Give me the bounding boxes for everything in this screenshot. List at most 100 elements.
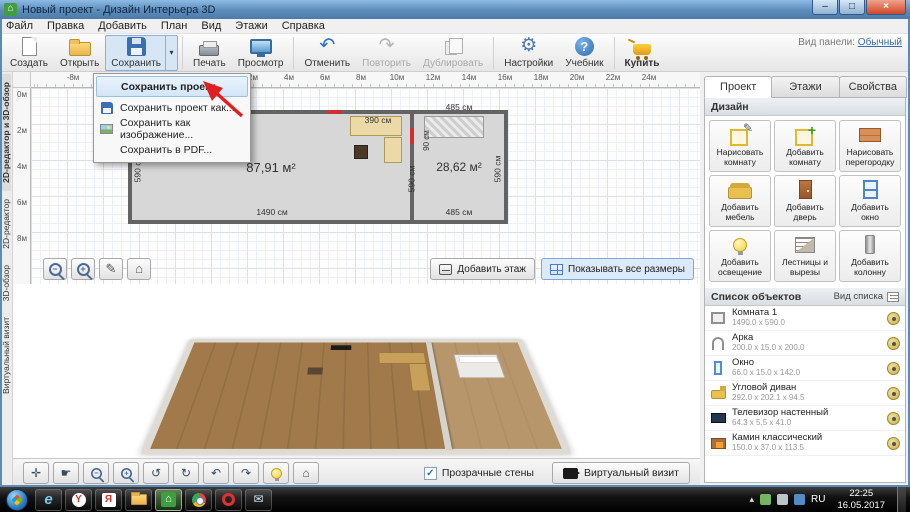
save-dropdown-arrow[interactable]: ▾ [165, 35, 178, 71]
list-item-tv[interactable]: Телевизор настенный 64.3 x 5.5 x 41.0 [705, 406, 905, 431]
visibility-eye-icon[interactable] [887, 387, 900, 400]
tab-3d-view[interactable]: 3D-обзор [1, 257, 11, 309]
rotate-up-button[interactable]: ↺ [143, 462, 169, 484]
zoom-out-3d-button[interactable]: − [83, 462, 109, 484]
start-button[interactable] [6, 489, 28, 511]
zoom-in-button[interactable]: + [71, 258, 95, 280]
wall-tv-3d[interactable] [331, 345, 352, 350]
tutorial-button[interactable]: ? Учебник [559, 35, 609, 71]
view-panel-link[interactable]: Обычный [858, 37, 902, 48]
hidden-icons-caret[interactable]: ▴ [749, 494, 754, 505]
clock[interactable]: 22:25 16.05.2017 [831, 488, 891, 512]
apartment-3d[interactable] [141, 339, 571, 454]
stairs-cutouts-button[interactable]: Лестницы и вырезы [774, 230, 836, 282]
tab-floors[interactable]: Этажи [771, 76, 839, 98]
menu-item-save-as-pdf[interactable]: Сохранить в PDF... [96, 139, 248, 160]
orbit-left-button[interactable]: ↶ [203, 462, 229, 484]
add-room-button[interactable]: Добавить комнату [774, 120, 836, 172]
taskbar-yandex[interactable]: Y [65, 489, 92, 511]
list-item-fireplace[interactable]: Камин классический 150.0 x 37.0 x 113.5 [705, 431, 905, 456]
list-item-arch[interactable]: Арка 200.0 x 15.0 x 200.0 [705, 331, 905, 356]
add-lighting-button[interactable]: Добавить освещение [709, 230, 771, 282]
list-item-corner-sofa[interactable]: Угловой диван 292.0 x 202.1 x 94.5 [705, 381, 905, 406]
fit-home-button[interactable]: ⌂ [127, 258, 151, 280]
preview-button[interactable]: Просмотр [232, 35, 290, 71]
menu-view[interactable]: Вид [201, 20, 221, 32]
minimize-button[interactable]: – [812, 0, 838, 15]
fireplace-3d[interactable] [307, 367, 323, 374]
arch-opening-2d[interactable] [410, 128, 414, 144]
tray-icon-2[interactable] [777, 494, 788, 505]
zoom-out-button[interactable]: − [43, 258, 67, 280]
view-list-switcher[interactable]: Вид списка [834, 291, 899, 302]
pan-3d-button[interactable]: ✛ [23, 462, 49, 484]
maximize-button[interactable]: □ [839, 0, 865, 15]
corner-sofa-3d[interactable] [408, 363, 431, 391]
tab-2d-editor[interactable]: 2D-редактор [1, 191, 11, 257]
taskbar-mail[interactable]: ✉ [245, 489, 272, 511]
print-button[interactable]: Печать [187, 35, 232, 71]
redo-button[interactable]: ↷ Повторить [356, 35, 417, 71]
taskbar-yandex-browser[interactable]: Я [95, 489, 122, 511]
checkbox-checked[interactable]: ✓ [424, 467, 437, 480]
measure-button[interactable]: ✎ [99, 258, 123, 280]
taskbar-opera[interactable] [215, 489, 242, 511]
taskbar-chrome[interactable] [185, 489, 212, 511]
add-window-button[interactable]: Добавить окно [839, 175, 901, 227]
draw-room-button[interactable]: Нарисовать комнату [709, 120, 771, 172]
bed-3d[interactable] [454, 355, 505, 378]
visibility-eye-icon[interactable] [887, 362, 900, 375]
corner-sofa-3d[interactable] [378, 353, 426, 364]
visibility-eye-icon[interactable] [887, 412, 900, 425]
corner-sofa-2d[interactable] [384, 137, 402, 163]
menu-help[interactable]: Справка [282, 20, 325, 32]
menu-floors[interactable]: Этажи [235, 20, 267, 32]
visibility-eye-icon[interactable] [887, 312, 900, 325]
open-project-button[interactable]: Открыть [54, 35, 105, 71]
visibility-eye-icon[interactable] [887, 337, 900, 350]
tab-virtual-visit[interactable]: Виртуальный визит [1, 309, 11, 402]
lighting-button[interactable] [263, 462, 289, 484]
tray-icon-3[interactable] [794, 494, 805, 505]
menu-file[interactable]: Файл [6, 20, 33, 32]
add-column-button[interactable]: Добавить колонну [839, 230, 901, 282]
list-item-window[interactable]: Окно 66.0 x 15.0 x 142.0 [705, 356, 905, 381]
tray-icon-1[interactable] [760, 494, 771, 505]
tab-properties[interactable]: Свойства [839, 76, 907, 98]
wardrobe-2d[interactable] [424, 116, 484, 138]
list-item-room[interactable]: Комната 1 1490.0 x 590.0 [705, 306, 905, 331]
taskbar-explorer[interactable] [125, 489, 152, 511]
rotate-down-button[interactable]: ↻ [173, 462, 199, 484]
window-opening-2d[interactable] [328, 110, 342, 114]
visibility-eye-icon[interactable] [887, 437, 900, 450]
menu-edit[interactable]: Правка [47, 20, 84, 32]
virtual-visit-button[interactable]: Виртуальный визит [552, 462, 690, 484]
taskbar-interior-3d-app[interactable]: ⌂ [155, 489, 182, 511]
view-3d-canvas[interactable] [13, 284, 700, 458]
menu-add[interactable]: Добавить [98, 20, 147, 32]
undo-button[interactable]: ↶ Отменить [298, 35, 356, 71]
new-project-button[interactable]: Создать [4, 35, 54, 71]
add-door-button[interactable]: Добавить дверь [774, 175, 836, 227]
tab-project[interactable]: Проект [704, 76, 772, 98]
orbit-right-button[interactable]: ↷ [233, 462, 259, 484]
draw-partition-button[interactable]: Нарисовать перегородку [839, 120, 901, 172]
buy-button[interactable]: Купить [619, 35, 666, 71]
zoom-in-3d-button[interactable]: + [113, 462, 139, 484]
fireplace-2d[interactable] [354, 145, 368, 159]
close-button[interactable]: × [866, 0, 906, 15]
menu-plan[interactable]: План [161, 20, 188, 32]
menu-item-save-as-image[interactable]: Сохранить как изображение... [96, 118, 248, 139]
save-button[interactable]: Сохранить [105, 35, 167, 71]
add-floor-button[interactable]: Добавить этаж [430, 258, 535, 280]
reset-view-button[interactable]: ⌂ [293, 462, 319, 484]
language-indicator[interactable]: RU [811, 494, 825, 505]
settings-button[interactable]: ⚙ Настройки [498, 35, 559, 71]
transparent-walls-toggle[interactable]: ✓ Прозрачные стены [424, 467, 534, 480]
duplicate-button[interactable]: Дублировать [417, 35, 489, 71]
taskbar-browser-ie[interactable]: e [35, 489, 62, 511]
add-furniture-button[interactable]: Добавить мебель [709, 175, 771, 227]
tab-2d-3d-view[interactable]: 2D-редактор и 3D-обзор [1, 74, 11, 191]
show-desktop-button[interactable] [897, 487, 906, 512]
show-all-dimensions-button[interactable]: Показывать все размеры [541, 258, 694, 280]
